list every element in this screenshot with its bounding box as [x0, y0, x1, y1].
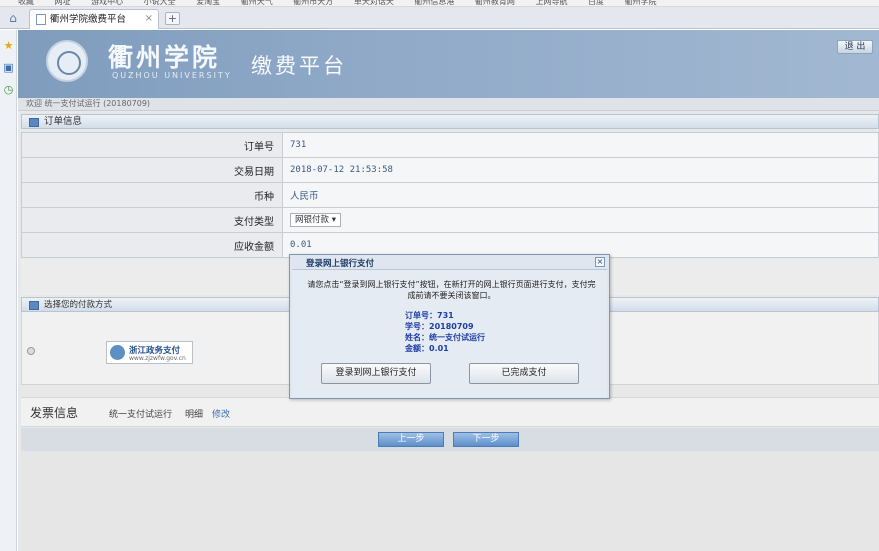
logout-button[interactable]: 退 出 [837, 40, 873, 54]
previous-step-button[interactable]: 上一步 [378, 432, 444, 447]
section-icon [29, 118, 39, 127]
method-url: www.zjzwfw.gov.cn [129, 355, 186, 362]
order-section-header: 订单信息 [21, 114, 879, 129]
section-title: 订单信息 [44, 116, 83, 127]
table-row: 订单号 731 [21, 132, 879, 158]
payment-type-label: 支付类型 [21, 207, 283, 233]
bookmark-item[interactable]: 百度 [588, 0, 604, 6]
school-logo [46, 40, 88, 82]
school-name: 衢州学院 [108, 43, 221, 72]
bookmark-item[interactable]: 爱淘宝 [196, 0, 220, 6]
page-icon [36, 14, 46, 25]
step-navigation: 上一步 下一步 [21, 428, 879, 451]
tab-bar: ⌂ 衢州学院缴费平台 × + [0, 7, 879, 29]
info-name: 姓名：统一支付试运行 [405, 333, 485, 342]
bookmark-item[interactable]: 网址 [55, 0, 71, 6]
new-tab-button[interactable]: + [165, 12, 180, 25]
page-footer-area [21, 451, 879, 551]
section-icon [29, 301, 39, 310]
bookmark-item[interactable]: 衢州教育网 [475, 0, 515, 6]
zhejiang-gov-pay-option[interactable]: 浙江政务支付 www.zjzwfw.gov.cn [106, 341, 193, 364]
bookmark-item[interactable]: 衢州市天方 [293, 0, 333, 6]
bookmark-item[interactable]: 衢州天气 [241, 0, 273, 6]
login-online-bank-button[interactable]: 登录到网上银行支付 [321, 363, 431, 384]
bookmark-item[interactable]: 上网导航 [535, 0, 567, 6]
amount-due-label: 应收金额 [21, 232, 283, 258]
order-table: 订单号 731 交易日期 2018-07-12 21:53:58 币种 人民币 … [21, 132, 879, 258]
order-number-label: 订单号 [21, 132, 283, 158]
table-row: 币种 人民币 [21, 182, 879, 208]
invoice-edit-link[interactable]: 修改 [212, 407, 230, 420]
favorites-star-icon[interactable]: ★ [3, 40, 14, 51]
currency-value: 人民币 [282, 182, 879, 208]
info-amount: 金额：0.01 [405, 344, 449, 353]
trade-date-value: 2018-07-12 21:53:58 [282, 157, 879, 183]
welcome-bar: 欢迎 统一支付试运行 (20180709) [18, 98, 879, 111]
bookmark-item[interactable]: 小说大全 [144, 0, 176, 6]
order-number-value: 731 [282, 132, 879, 158]
dialog-title: 登录网上银行支付 [306, 259, 375, 269]
bookmarks-bar: 收藏 网址 游戏中心 小说大全 爱淘宝 衢州天气 衢州市天方 单天对话天 衢州信… [0, 0, 879, 7]
next-step-button[interactable]: 下一步 [453, 432, 519, 447]
invoice-detail-label: 明细 [185, 410, 204, 420]
invoice-title: 发票信息 [30, 406, 79, 420]
platform-name: 缴费平台 [251, 54, 347, 78]
school-name-english: QUZHOU UNIVERSITY [112, 71, 232, 80]
payment-completed-button[interactable]: 已完成支付 [469, 363, 579, 384]
payment-type-select[interactable]: 网银付款 ▾ [290, 213, 341, 227]
history-clock-icon[interactable]: ◷ [3, 84, 14, 95]
invoice-row: 发票信息 统一支付试运行 明细 修改 [21, 397, 879, 427]
zhejiang-pay-logo-icon [110, 345, 125, 360]
section-title: 选择您的付款方式 [44, 300, 113, 310]
bookmark-item[interactable]: 单天对话天 [354, 0, 394, 6]
bank-login-dialog: 登录网上银行支付 × 请您点击“登录到网上银行支付”按钮，在新打开的网上银行页面… [289, 254, 610, 399]
trade-date-label: 交易日期 [21, 157, 283, 183]
browser-sidebar: ★ ▣ ◷ [0, 30, 17, 551]
bookmark-item[interactable]: 游戏中心 [91, 0, 123, 6]
bookmark-item[interactable]: 衢州学院 [625, 0, 657, 6]
info-order-number: 订单号：731 [405, 311, 454, 320]
currency-label: 币种 [21, 182, 283, 208]
payment-type-cell: 网银付款 ▾ [282, 207, 879, 233]
close-icon[interactable]: × [595, 257, 605, 267]
tab-payment-platform[interactable]: 衢州学院缴费平台 × [29, 9, 159, 29]
payment-method-radio[interactable] [27, 347, 35, 355]
invoice-name: 统一支付试运行 [109, 410, 173, 420]
table-row: 支付类型 网银付款 ▾ [21, 207, 879, 233]
dialog-body: 请您点击“登录到网上银行支付”按钮，在新打开的网上银行页面进行支付，支付完成前请… [292, 269, 607, 397]
site-header: 衢州学院 QUZHOU UNIVERSITY 缴费平台 退 出 [18, 30, 879, 98]
table-row: 交易日期 2018-07-12 21:53:58 [21, 157, 879, 183]
dialog-message: 请您点击“登录到网上银行支付”按钮，在新打开的网上银行页面进行支付，支付完成前请… [307, 280, 596, 300]
bookmark-item[interactable]: 收藏 [18, 0, 34, 6]
tab-title: 衢州学院缴费平台 [50, 14, 127, 25]
info-student-id: 学号：20180709 [405, 322, 474, 331]
home-icon[interactable]: ⌂ [5, 11, 21, 25]
bookmark-item[interactable]: 衢州信息港 [414, 0, 454, 6]
reader-icon[interactable]: ▣ [3, 62, 14, 73]
dialog-order-info: 订单号：731 学号：20180709 姓名：统一支付试运行 金额：0.01 [405, 310, 485, 354]
close-icon[interactable]: × [145, 13, 153, 25]
